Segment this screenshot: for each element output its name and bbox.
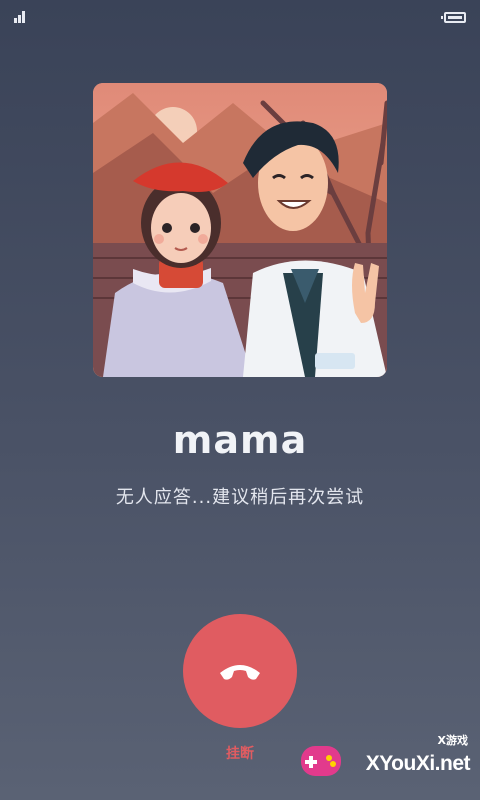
phone-hangup-icon [220,665,260,680]
signal-bars-icon [14,11,28,23]
status-bar [0,0,480,34]
battery-full-icon [441,12,466,23]
gamepad-logo-icon [301,746,341,776]
watermark-main: XYouXi.net [365,752,471,775]
contact-name: mama [172,418,308,462]
contact-avatar [93,83,387,377]
call-status-text: 无人应答...建议稍后再次尝试 [115,487,365,508]
watermark-sub: X游戏 [437,734,468,747]
site-watermark: X游戏 XYouXi.net [297,732,472,792]
hangup-button[interactable] [183,614,297,728]
